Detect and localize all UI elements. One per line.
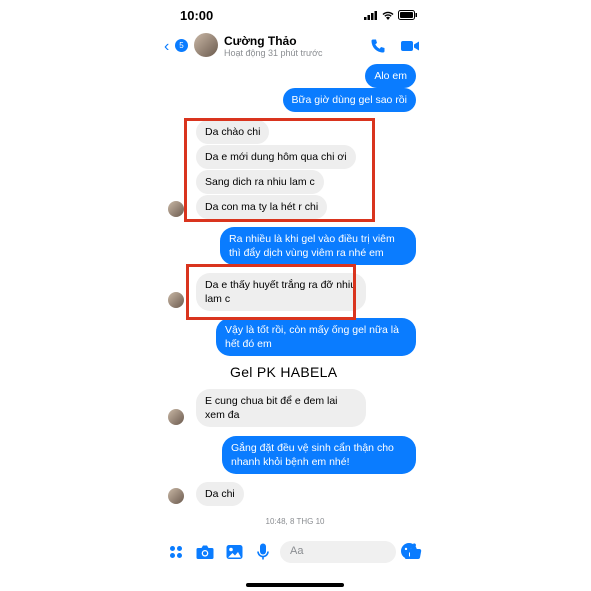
contact-avatar-small[interactable] bbox=[168, 488, 184, 504]
message-outgoing[interactable]: Alo em bbox=[365, 64, 416, 88]
message-timestamp: 10:48, 8 THG 10 bbox=[265, 517, 325, 526]
caption-text: Gel PK HABELA bbox=[230, 364, 338, 380]
message-outgoing[interactable]: Ra nhiều là khi gel vào điều trị viêm th… bbox=[220, 227, 416, 265]
chat-header: ‹ 5 Cường Thảo Hoạt động 31 phút trước bbox=[158, 30, 432, 64]
home-indicator bbox=[246, 583, 344, 587]
image-icon[interactable] bbox=[226, 544, 243, 560]
contact-activity: Hoạt động 31 phút trước bbox=[224, 48, 323, 58]
wifi-icon bbox=[382, 11, 394, 20]
video-icon[interactable] bbox=[400, 38, 420, 54]
message-input-placeholder: Aa bbox=[290, 545, 304, 557]
contact-avatar-small[interactable] bbox=[168, 201, 184, 217]
like-icon[interactable] bbox=[404, 542, 422, 560]
message-incoming[interactable]: Da chi bbox=[196, 482, 244, 506]
status-time: 10:00 bbox=[180, 8, 214, 23]
message-incoming[interactable]: E cung chua bit để e đem lai xem đa bbox=[196, 389, 366, 427]
apps-icon[interactable] bbox=[169, 545, 183, 559]
highlight-box bbox=[186, 264, 356, 320]
contact-name[interactable]: Cường Thảo bbox=[224, 34, 297, 48]
highlight-box bbox=[184, 118, 375, 222]
unread-badge: 5 bbox=[175, 39, 188, 52]
contact-avatar-small[interactable] bbox=[168, 409, 184, 425]
back-chevron-icon[interactable]: ‹ bbox=[164, 38, 169, 56]
composer-bar: Aa bbox=[158, 537, 432, 567]
status-bar: 10:00 bbox=[158, 0, 432, 30]
battery-icon bbox=[398, 10, 417, 20]
signal-icon bbox=[364, 10, 377, 20]
phone-icon[interactable] bbox=[370, 38, 386, 54]
message-outgoing[interactable]: Vậy là tốt rồi, còn mấy ống gel nữa là h… bbox=[216, 318, 416, 356]
contact-avatar-small[interactable] bbox=[168, 292, 184, 308]
mic-icon[interactable] bbox=[257, 543, 269, 561]
message-input[interactable]: Aa bbox=[280, 541, 417, 563]
message-outgoing[interactable]: Gắng đặt đều vệ sinh cẩn thận cho nhanh … bbox=[222, 436, 416, 474]
message-outgoing[interactable]: Bữa giờ dùng gel sao rồi bbox=[282, 88, 416, 112]
camera-icon[interactable] bbox=[196, 544, 214, 560]
contact-avatar[interactable] bbox=[194, 33, 218, 57]
